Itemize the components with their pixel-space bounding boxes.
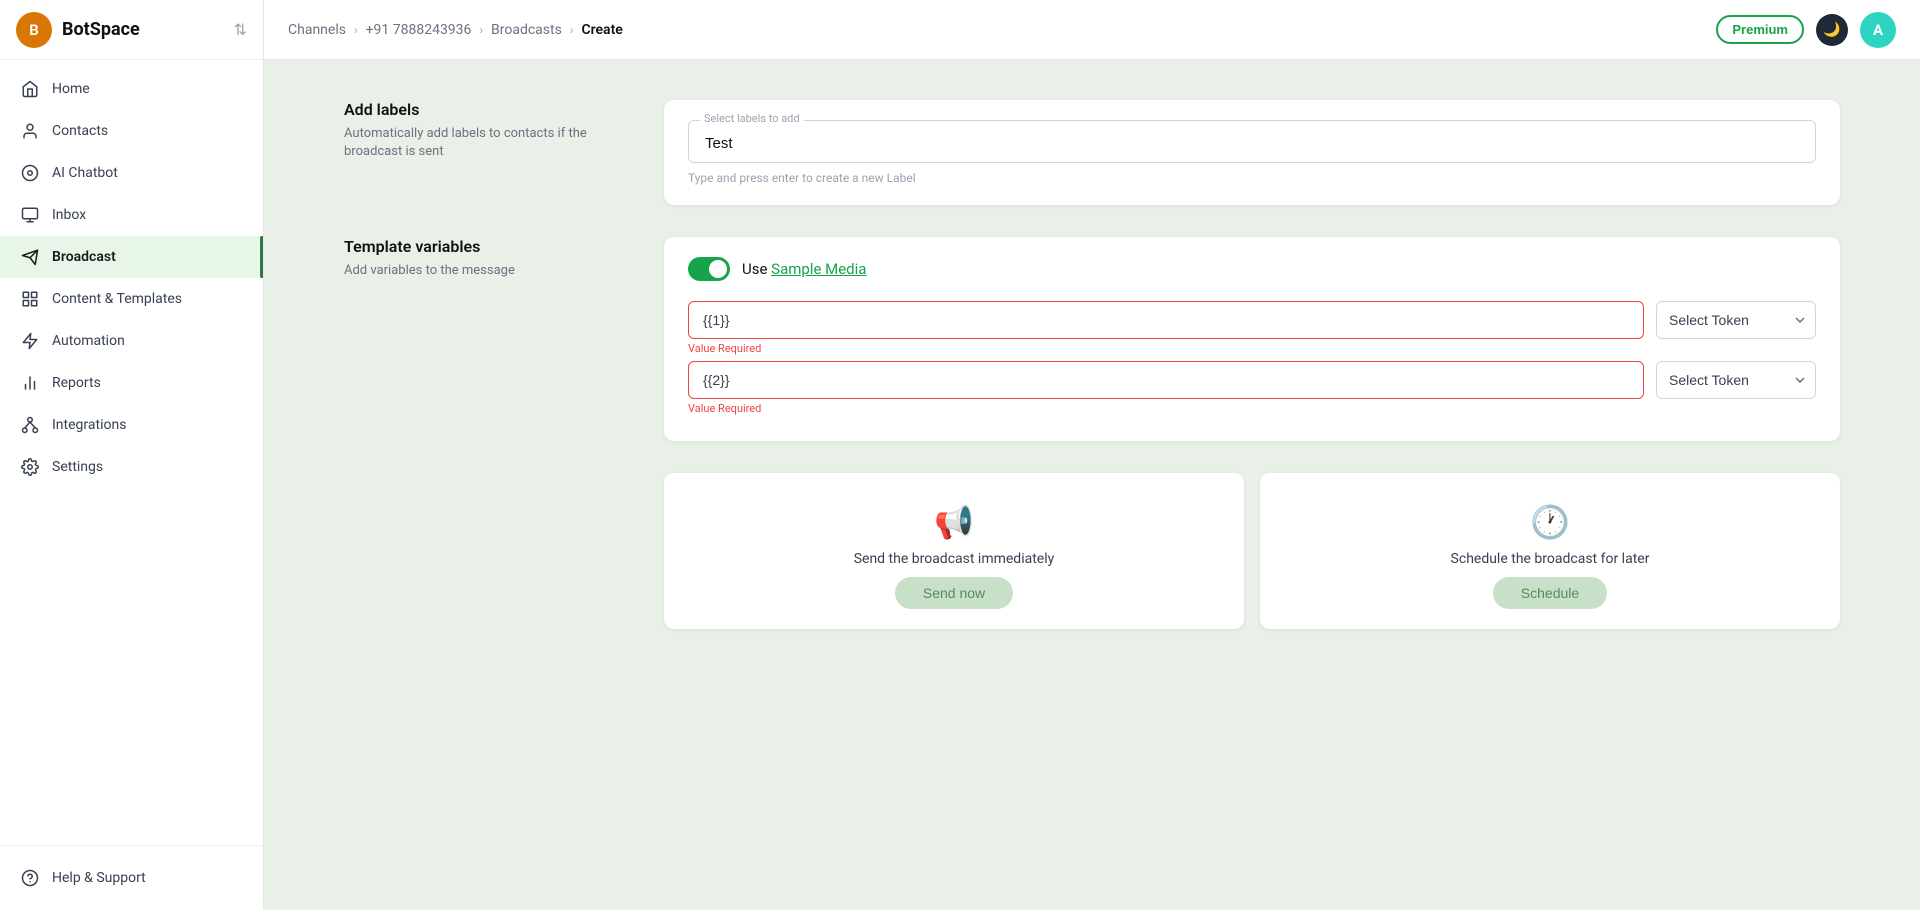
help-icon <box>20 868 40 888</box>
user-avatar[interactable]: A <box>1860 12 1896 48</box>
variable-1-wrap: Value Required <box>688 301 1644 355</box>
main-area: Channels › +91 7888243936 › Broadcasts ›… <box>264 0 1920 910</box>
broadcast-immediate-desc: Send the broadcast immediately <box>854 551 1055 567</box>
sidebar-label-automation: Automation <box>52 333 125 349</box>
breadcrumb-channels[interactable]: Channels <box>288 22 346 38</box>
sidebar-item-settings[interactable]: Settings <box>0 446 263 488</box>
template-variables-description: Add variables to the message <box>344 262 624 280</box>
brand-name: BotSpace <box>62 19 140 40</box>
schedule-desc: Schedule the broadcast for later <box>1451 551 1650 567</box>
schedule-option: 🕐 Schedule the broadcast for later Sched… <box>1260 473 1840 629</box>
variable-input-2[interactable] <box>688 361 1644 399</box>
sidebar-label-home: Home <box>52 81 90 97</box>
sample-media-link[interactable]: Sample Media <box>771 260 866 278</box>
settings-icon <box>20 457 40 477</box>
breadcrumb-sep3: › <box>570 23 574 37</box>
token-select-1[interactable]: Select Token <box>1656 301 1816 339</box>
schedule-button[interactable]: Schedule <box>1493 577 1607 609</box>
premium-button[interactable]: Premium <box>1716 15 1804 44</box>
variable-2-wrap: Value Required <box>688 361 1644 415</box>
sidebar-footer: Help & Support <box>0 845 263 910</box>
sidebar-item-contacts[interactable]: Contacts <box>0 110 263 152</box>
sidebar-item-home[interactable]: Home <box>0 68 263 110</box>
send-now-option: 📢 Send the broadcast immediately Send no… <box>664 473 1244 629</box>
sidebar-label-content-templates: Content & Templates <box>52 291 182 307</box>
page-content: Add labels Automatically add labels to c… <box>264 60 1920 910</box>
sort-icon[interactable]: ⇅ <box>234 20 247 39</box>
sidebar-item-integrations[interactable]: Integrations <box>0 404 263 446</box>
toggle-row: Use Sample Media <box>688 257 1816 281</box>
sidebar-label-broadcast: Broadcast <box>52 249 116 265</box>
inbox-icon <box>20 205 40 225</box>
breadcrumb-phone[interactable]: +91 7888243936 <box>366 22 472 38</box>
variable-1-error: Value Required <box>688 342 1644 355</box>
chatbot-icon <box>20 163 40 183</box>
schedule-icon: 🕐 <box>1530 503 1570 541</box>
sidebar-item-ai-chatbot[interactable]: AI Chatbot <box>0 152 263 194</box>
automation-icon <box>20 331 40 351</box>
broadcast-options-section: 📢 Send the broadcast immediately Send no… <box>344 473 1840 629</box>
home-icon <box>20 79 40 99</box>
brand-avatar: B <box>16 12 52 48</box>
templates-icon <box>20 289 40 309</box>
template-variables-title: Template variables <box>344 237 624 256</box>
sidebar-item-automation[interactable]: Automation <box>0 320 263 362</box>
topbar-actions: Premium 🌙 A <box>1716 12 1896 48</box>
broadcast-options-container: 📢 Send the broadcast immediately Send no… <box>664 473 1840 629</box>
add-labels-card: Select labels to add Type and press ente… <box>664 100 1840 205</box>
variable-input-1[interactable] <box>688 301 1644 339</box>
breadcrumb-sep1: › <box>354 23 358 37</box>
label-hint: Type and press enter to create a new Lab… <box>688 171 1816 185</box>
integrations-icon <box>20 415 40 435</box>
variable-2-error: Value Required <box>688 402 1644 415</box>
use-sample-prefix: Use <box>742 260 771 278</box>
sidebar-header: B BotSpace ⇅ <box>0 0 263 60</box>
sidebar-label-inbox: Inbox <box>52 207 86 223</box>
template-variables-label: Template variables Add variables to the … <box>344 237 624 280</box>
labels-input[interactable] <box>688 120 1816 163</box>
add-labels-section: Add labels Automatically add labels to c… <box>344 100 1840 205</box>
sample-media-toggle[interactable] <box>688 257 730 281</box>
toggle-label: Use Sample Media <box>742 260 866 278</box>
token-select-2[interactable]: Select Token <box>1656 361 1816 399</box>
add-labels-label: Add labels Automatically add labels to c… <box>344 100 624 161</box>
sidebar-label-integrations: Integrations <box>52 417 126 433</box>
sidebar-item-help-support[interactable]: Help & Support <box>20 858 243 898</box>
contacts-icon <box>20 121 40 141</box>
breadcrumb-current: Create <box>581 22 622 38</box>
sidebar-label-help: Help & Support <box>52 870 146 886</box>
sidebar-item-broadcast[interactable]: Broadcast <box>0 236 263 278</box>
template-variables-card: Use Sample Media Value Required Select T… <box>664 237 1840 441</box>
template-variables-section: Template variables Add variables to the … <box>344 237 1840 441</box>
breadcrumb: Channels › +91 7888243936 › Broadcasts ›… <box>288 22 623 38</box>
send-now-button[interactable]: Send now <box>895 577 1013 609</box>
breadcrumb-broadcasts[interactable]: Broadcasts <box>491 22 562 38</box>
sidebar-item-content-templates[interactable]: Content & Templates <box>0 278 263 320</box>
theme-toggle-button[interactable]: 🌙 <box>1816 14 1848 46</box>
broadcast-immediate-icon: 📢 <box>934 503 974 541</box>
sidebar-label-contacts: Contacts <box>52 123 108 139</box>
sidebar-item-reports[interactable]: Reports <box>0 362 263 404</box>
nav-menu: Home Contacts AI Chatbot Inbox Broadcast <box>0 60 263 845</box>
add-labels-title: Add labels <box>344 100 624 119</box>
sidebar-label-ai-chatbot: AI Chatbot <box>52 165 118 181</box>
label-field-wrapper: Select labels to add <box>688 120 1816 163</box>
reports-icon <box>20 373 40 393</box>
sidebar: B BotSpace ⇅ Home Contacts AI Chatbot <box>0 0 264 910</box>
variable-row-2: Value Required Select Token <box>688 361 1816 415</box>
sidebar-label-reports: Reports <box>52 375 101 391</box>
label-field-label: Select labels to add <box>700 112 804 125</box>
sidebar-item-inbox[interactable]: Inbox <box>0 194 263 236</box>
topbar: Channels › +91 7888243936 › Broadcasts ›… <box>264 0 1920 60</box>
breadcrumb-sep2: › <box>479 23 483 37</box>
variable-row-1: Value Required Select Token <box>688 301 1816 355</box>
add-labels-description: Automatically add labels to contacts if … <box>344 125 624 161</box>
broadcast-icon <box>20 247 40 267</box>
sidebar-label-settings: Settings <box>52 459 103 475</box>
